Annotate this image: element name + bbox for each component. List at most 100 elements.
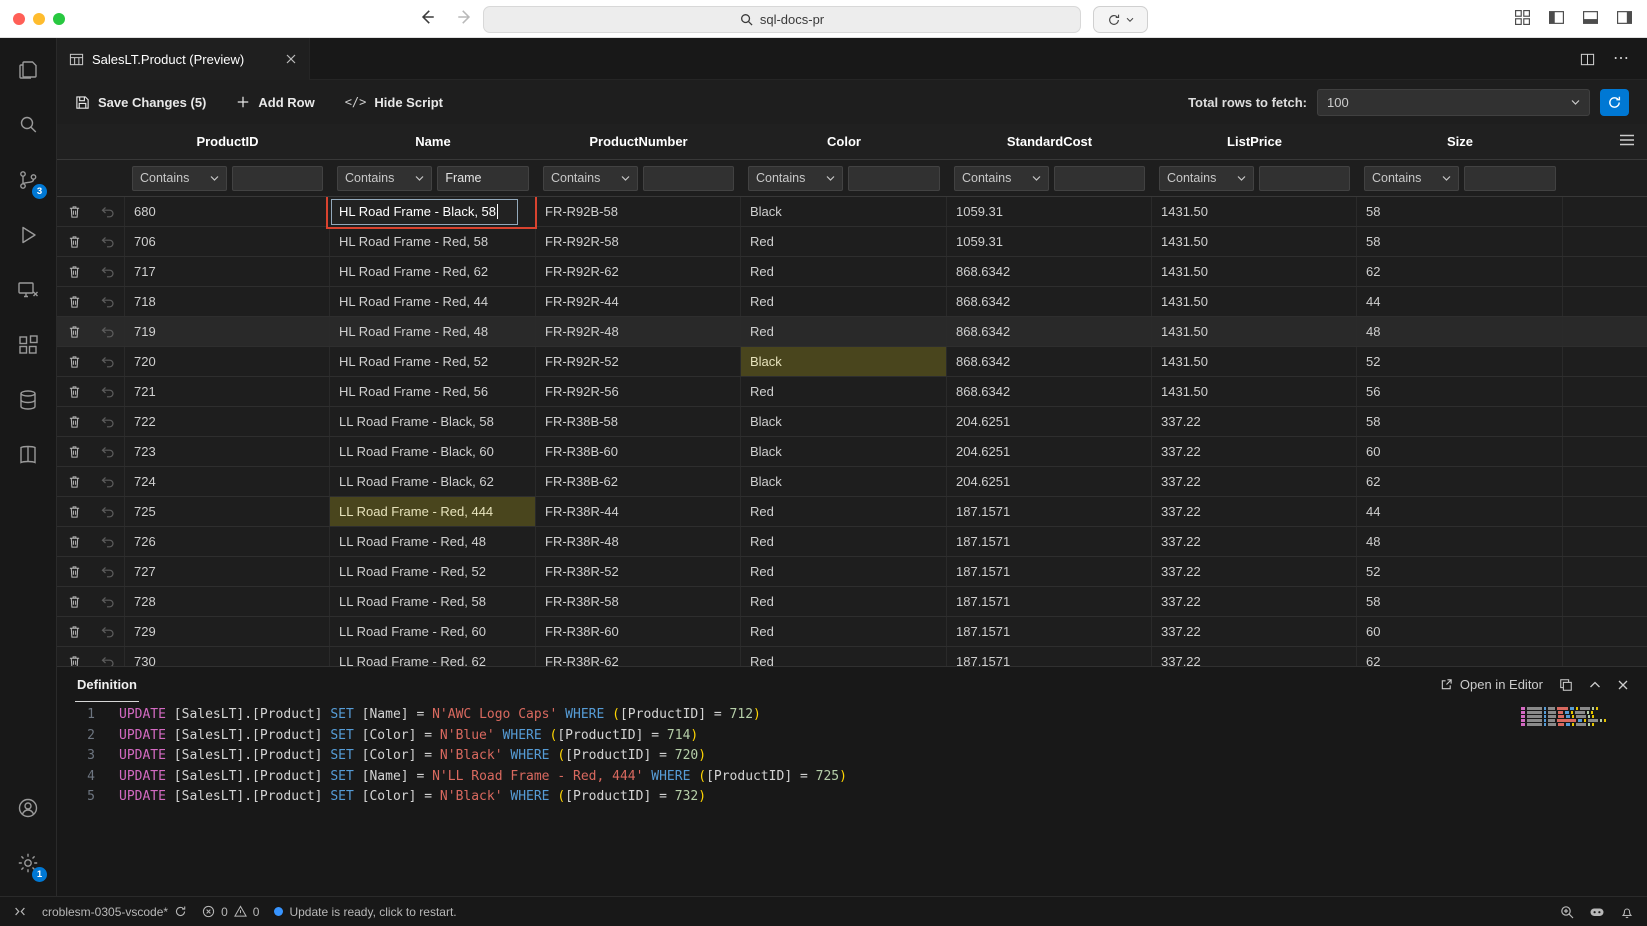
cell-standardcost[interactable]: 1059.31 <box>947 197 1152 226</box>
cell-standardcost[interactable]: 187.1571 <box>947 587 1152 616</box>
customize-layout-icon[interactable] <box>1514 9 1531 26</box>
cell-name[interactable]: LL Road Frame - Red, 48 <box>330 527 536 556</box>
cell-color[interactable]: Black <box>741 197 947 226</box>
cell-productid[interactable]: 680 <box>125 197 330 226</box>
cell-color[interactable]: Red <box>741 617 947 646</box>
minimap[interactable] <box>1521 707 1633 727</box>
cell-productid[interactable]: 727 <box>125 557 330 586</box>
extensions-icon[interactable] <box>2 317 54 372</box>
cell-productid[interactable]: 726 <box>125 527 330 556</box>
copilot-icon[interactable] <box>1589 905 1605 919</box>
cell-productnumber[interactable]: FR-R92R-52 <box>536 347 741 376</box>
column-header-listprice[interactable]: ListPrice <box>1152 134 1357 149</box>
cell-size[interactable]: 58 <box>1357 227 1563 256</box>
table-row[interactable]: 723LL Road Frame - Black, 60FR-R38B-60Bl… <box>57 437 1647 467</box>
add-row-button[interactable]: Add Row <box>236 95 314 110</box>
cell-name[interactable]: LL Road Frame - Black, 58 <box>330 407 536 436</box>
cell-size[interactable]: 48 <box>1357 527 1563 556</box>
cell-size[interactable]: 62 <box>1357 257 1563 286</box>
cell-color[interactable]: Red <box>741 647 947 666</box>
column-header-standardcost[interactable]: StandardCost <box>947 134 1152 149</box>
table-row[interactable]: 717HL Road Frame - Red, 62FR-R92R-62Red8… <box>57 257 1647 287</box>
cell-listprice[interactable]: 337.22 <box>1152 647 1357 666</box>
cell-productnumber[interactable]: FR-R92B-58 <box>536 197 741 226</box>
cell-productid[interactable]: 721 <box>125 377 330 406</box>
delete-row-button[interactable] <box>57 647 91 666</box>
delete-row-button[interactable] <box>57 587 91 616</box>
run-debug-icon[interactable] <box>2 207 54 262</box>
cell-standardcost[interactable]: 868.6342 <box>947 347 1152 376</box>
undo-row-button[interactable] <box>91 347 125 376</box>
cell-standardcost[interactable]: 868.6342 <box>947 377 1152 406</box>
cell-name[interactable]: HL Road Frame - Red, 52 <box>330 347 536 376</box>
toggle-secondary-sidebar-icon[interactable] <box>1616 9 1633 26</box>
cell-standardcost[interactable]: 1059.31 <box>947 227 1152 256</box>
workspace-status[interactable]: croblesm-0305-vscode* <box>42 905 187 919</box>
delete-row-button[interactable] <box>57 317 91 346</box>
copy-icon[interactable] <box>1559 678 1573 692</box>
hide-script-button[interactable]: </> Hide Script <box>345 95 443 110</box>
table-row[interactable]: 730LL Road Frame - Red, 62FR-R38R-62Red1… <box>57 647 1647 666</box>
cell-size[interactable]: 52 <box>1357 557 1563 586</box>
cell-productnumber[interactable]: FR-R38R-60 <box>536 617 741 646</box>
command-center-search[interactable]: sql-docs-pr <box>483 6 1081 33</box>
delete-row-button[interactable] <box>57 347 91 376</box>
cell-name[interactable]: HL Road Frame - Red, 56 <box>330 377 536 406</box>
table-row[interactable]: 725LL Road Frame - Red, 444FR-R38R-44Red… <box>57 497 1647 527</box>
delete-row-button[interactable] <box>57 227 91 256</box>
filter-input-listprice[interactable] <box>1259 166 1350 191</box>
cell-size[interactable]: 58 <box>1357 407 1563 436</box>
settings-gear-icon[interactable]: 1 <box>2 835 54 890</box>
cell-standardcost[interactable]: 204.6251 <box>947 407 1152 436</box>
column-menu-icon[interactable] <box>1619 133 1635 147</box>
filter-operator-dropdown-productnumber[interactable]: Contains <box>543 166 638 191</box>
table-row[interactable]: 721HL Road Frame - Red, 56FR-R92R-56Red8… <box>57 377 1647 407</box>
cell-productid[interactable]: 720 <box>125 347 330 376</box>
cell-name[interactable]: LL Road Frame - Red, 58 <box>330 587 536 616</box>
update-ready-status[interactable]: Update is ready, click to restart. <box>274 905 456 919</box>
cell-color[interactable]: Black <box>741 347 947 376</box>
table-row[interactable]: 724LL Road Frame - Black, 62FR-R38B-62Bl… <box>57 467 1647 497</box>
cell-productnumber[interactable]: FR-R38B-60 <box>536 437 741 466</box>
cell-size[interactable]: 58 <box>1357 197 1563 226</box>
table-row[interactable]: 727LL Road Frame - Red, 52FR-R38R-52Red1… <box>57 557 1647 587</box>
explorer-icon[interactable] <box>2 42 54 97</box>
cell-productid[interactable]: 723 <box>125 437 330 466</box>
undo-row-button[interactable] <box>91 317 125 346</box>
delete-row-button[interactable] <box>57 257 91 286</box>
toggle-sidebar-icon[interactable] <box>1548 9 1565 26</box>
cell-productid[interactable]: 722 <box>125 407 330 436</box>
cell-standardcost[interactable]: 187.1571 <box>947 647 1152 666</box>
undo-row-button[interactable] <box>91 497 125 526</box>
column-header-name[interactable]: Name <box>330 134 536 149</box>
cell-color[interactable]: Red <box>741 317 947 346</box>
cell-listprice[interactable]: 337.22 <box>1152 527 1357 556</box>
tab-saleslt-product[interactable]: SalesLT.Product (Preview) <box>57 38 310 80</box>
cell-standardcost[interactable]: 187.1571 <box>947 617 1152 646</box>
notifications-bell-icon[interactable] <box>1620 905 1634 919</box>
filter-operator-dropdown-name[interactable]: Contains <box>337 166 432 191</box>
script-editor[interactable]: 1UPDATE [SalesLT].[Product] SET [Name] =… <box>57 702 1647 896</box>
delete-row-button[interactable] <box>57 437 91 466</box>
close-panel-icon[interactable] <box>1617 679 1629 691</box>
cell-productid[interactable]: 729 <box>125 617 330 646</box>
cell-productid[interactable]: 730 <box>125 647 330 666</box>
cell-name[interactable]: LL Road Frame - Black, 60 <box>330 437 536 466</box>
cell-standardcost[interactable]: 187.1571 <box>947 557 1152 586</box>
cell-productnumber[interactable]: FR-R38B-62 <box>536 467 741 496</box>
cell-standardcost[interactable]: 204.6251 <box>947 437 1152 466</box>
refresh-button[interactable] <box>1600 89 1629 116</box>
cell-size[interactable]: 60 <box>1357 617 1563 646</box>
tab-definition[interactable]: Definition <box>75 667 139 702</box>
cell-size[interactable]: 44 <box>1357 287 1563 316</box>
cell-listprice[interactable]: 337.22 <box>1152 497 1357 526</box>
cell-name[interactable]: HL Road Frame - Red, 48 <box>330 317 536 346</box>
cell-productid[interactable]: 717 <box>125 257 330 286</box>
undo-row-button[interactable] <box>91 527 125 556</box>
cell-color[interactable]: Red <box>741 497 947 526</box>
cell-listprice[interactable]: 337.22 <box>1152 467 1357 496</box>
cell-edit-input[interactable]: HL Road Frame - Black, 58 <box>331 199 518 225</box>
cell-color[interactable]: Red <box>741 377 947 406</box>
total-rows-select[interactable]: 100 <box>1317 89 1590 116</box>
undo-row-button[interactable] <box>91 257 125 286</box>
